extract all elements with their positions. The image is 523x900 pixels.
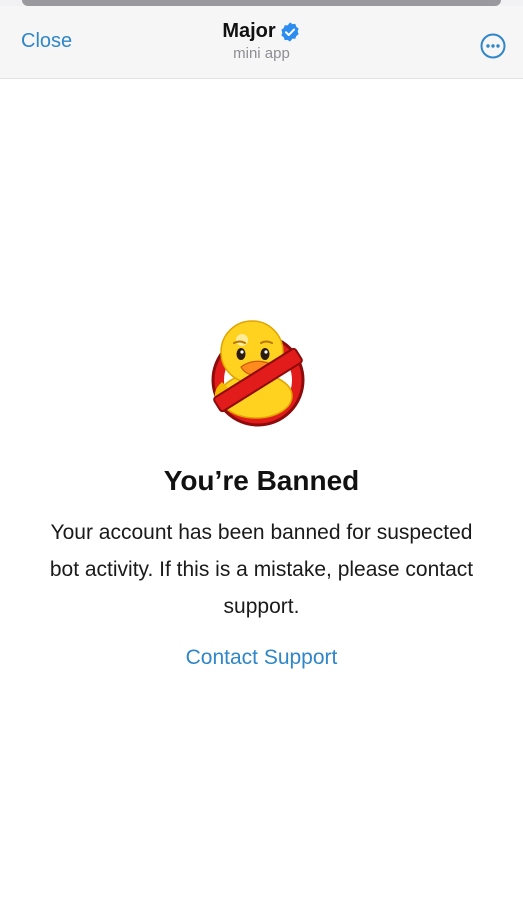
more-options-icon[interactable] [480,33,506,59]
support-link-wrapper: Contact Support [0,646,523,670]
app-title: Major [222,20,276,42]
app-subtitle: mini app [233,45,290,62]
banned-duck-icon [211,320,305,427]
page-title: You’re Banned [163,465,360,496]
title-block: Major mini app [0,20,523,62]
ban-message: Your account has been banned for suspect… [49,521,474,618]
title-row: Major [222,20,300,43]
main-content: You’re Banned Your account has been bann… [0,79,523,900]
contact-support-link[interactable]: Contact Support [186,646,338,669]
app-header: Close Major mini app [0,6,523,79]
verified-badge-icon [281,21,299,42]
